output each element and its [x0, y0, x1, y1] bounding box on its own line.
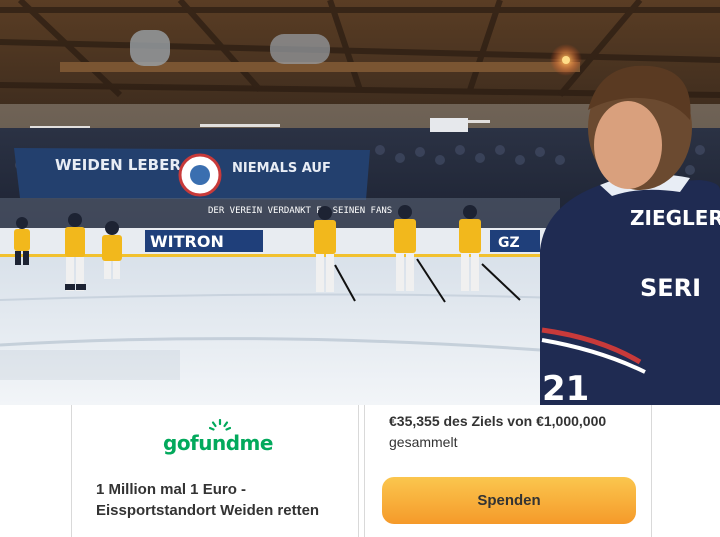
- hero-image: WEIDEN LEBER NIEMALS AUF DER VEREIN VERD…: [0, 0, 720, 405]
- campaign-card-row: gofundme 1 Million mal 1 Euro - Eissport…: [0, 405, 720, 537]
- raised-amount-text: €35,355 des Ziels von €1,000,000: [389, 413, 607, 429]
- board-sponsor-text: WITRON: [150, 232, 224, 251]
- banner-right-text: NIEMALS AUF: [232, 161, 331, 176]
- donation-card: €35,355 des Ziels von €1,000,000 gesamme…: [364, 405, 652, 537]
- collected-label: gesammelt: [389, 434, 458, 450]
- arena-scene: WEIDEN LEBER NIEMALS AUF DER VEREIN VERD…: [0, 0, 720, 405]
- board-sponsor-small-text: GZ: [498, 235, 520, 251]
- fans-banner-text: DER VEREIN VERDANKT ES SEINEN FANS: [208, 206, 392, 216]
- campaign-title[interactable]: 1 Million mal 1 Euro - Eissportstandort …: [96, 479, 346, 521]
- logo-text: gofundme: [163, 431, 273, 455]
- donate-button[interactable]: Spenden: [382, 477, 636, 524]
- jersey-name-2: SERI: [640, 274, 701, 302]
- banner-left-text: WEIDEN LEBER: [55, 156, 181, 174]
- raised-amount: €35,355 des Ziels von €1,000,000 gesamme…: [389, 411, 639, 453]
- gofundme-logo[interactable]: gofundme: [163, 419, 273, 455]
- jersey-name: ZIEGLER: [630, 206, 720, 230]
- campaign-info-card: gofundme 1 Million mal 1 Euro - Eissport…: [71, 405, 359, 537]
- jersey-number: 21: [542, 369, 589, 405]
